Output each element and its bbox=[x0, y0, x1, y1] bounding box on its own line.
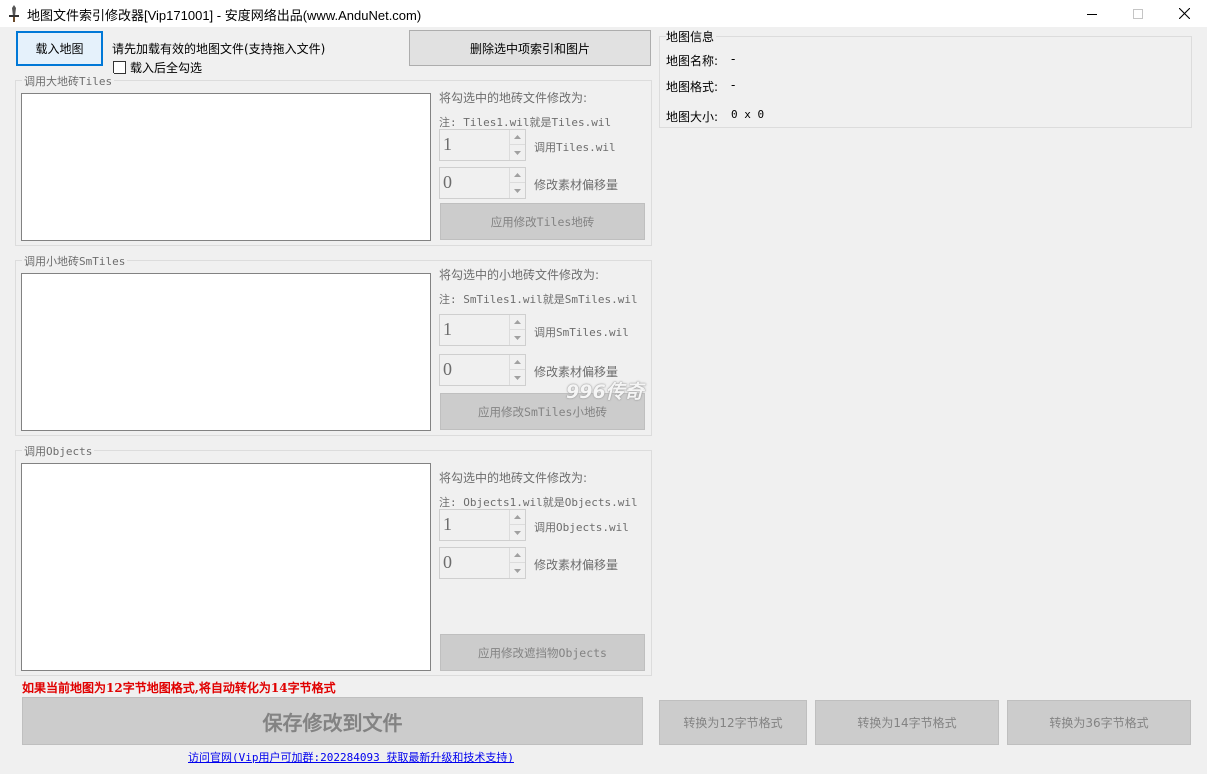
website-link[interactable]: 访问官网(Vip用户可加群:202284093 获取最新升级和技术支持) bbox=[188, 749, 514, 765]
objects-offset-label: 修改素材偏移量 bbox=[534, 558, 619, 572]
map-name-label: 地图名称: bbox=[666, 54, 719, 68]
chevron-up-icon[interactable] bbox=[510, 510, 525, 525]
minimize-icon bbox=[1087, 13, 1097, 15]
objects-list[interactable] bbox=[21, 463, 431, 671]
chevron-down-icon[interactable] bbox=[510, 183, 525, 198]
objects-offset-spin bbox=[509, 548, 525, 578]
objects-index-spin bbox=[509, 510, 525, 540]
sword-icon bbox=[6, 5, 22, 22]
smtiles-index-spin bbox=[509, 315, 525, 345]
map-size-value: 0 x 0 bbox=[731, 108, 765, 121]
apply-objects-button[interactable]: 应用修改遮挡物Objects bbox=[440, 634, 645, 671]
smtiles-index-label: 调用SmTiles.wil bbox=[534, 326, 629, 339]
delete-selected-button[interactable]: 删除选中项索引和图片 bbox=[409, 30, 651, 66]
tiles-index-stepper[interactable]: 1 bbox=[439, 129, 526, 161]
smtiles-list[interactable] bbox=[21, 273, 431, 431]
smtiles-index-stepper[interactable]: 1 bbox=[439, 314, 526, 346]
chevron-up-icon[interactable] bbox=[510, 355, 525, 370]
smtiles-note: 注: SmTiles1.wil就是SmTiles.wil bbox=[439, 293, 638, 306]
select-all-label[interactable]: 载入后全勾选 bbox=[130, 59, 202, 76]
select-all-checkbox[interactable] bbox=[113, 61, 126, 74]
window-title: 地图文件索引修改器[Vip171001] - 安度网络出品(www.AnduNe… bbox=[27, 8, 422, 23]
tiles-note: 注: Tiles1.wil就是Tiles.wil bbox=[439, 116, 612, 129]
smtiles-group-title: 调用小地砖SmTiles bbox=[22, 253, 128, 269]
maximize-icon bbox=[1133, 8, 1143, 19]
load-hint: 请先加载有效的地图文件(支持拖入文件) bbox=[112, 42, 326, 56]
objects-index-label: 调用Objects.wil bbox=[534, 521, 629, 534]
smtiles-index-value: 1 bbox=[443, 319, 452, 339]
map-format-label: 地图格式: bbox=[666, 80, 719, 94]
smtiles-offset-spin bbox=[509, 355, 525, 385]
chevron-down-icon[interactable] bbox=[510, 330, 525, 345]
chevron-up-icon[interactable] bbox=[510, 548, 525, 563]
convert-12-button[interactable]: 转换为12字节格式 bbox=[659, 700, 807, 745]
map-format-value: - bbox=[731, 78, 736, 92]
watermark: 996传奇 bbox=[566, 381, 644, 403]
objects-offset-value: 0 bbox=[443, 552, 452, 572]
tiles-offset-value: 0 bbox=[443, 172, 452, 192]
auto-convert-warning: 如果当前地图为12字节地图格式,将自动转化为14字节格式 bbox=[22, 681, 336, 695]
map-info-title: 地图信息 bbox=[666, 28, 717, 45]
convert-36-button[interactable]: 转换为36字节格式 bbox=[1007, 700, 1191, 745]
objects-modify-label: 将勾选中的地砖文件修改为: bbox=[439, 471, 588, 485]
tiles-offset-stepper[interactable]: 0 bbox=[439, 167, 526, 199]
chevron-up-icon[interactable] bbox=[510, 315, 525, 330]
map-name-value: - bbox=[731, 52, 736, 66]
map-size-label: 地图大小: bbox=[666, 110, 719, 124]
maximize-button[interactable] bbox=[1115, 0, 1161, 27]
smtiles-offset-stepper[interactable]: 0 bbox=[439, 354, 526, 386]
tiles-index-value: 1 bbox=[443, 134, 452, 154]
chevron-down-icon[interactable] bbox=[510, 563, 525, 578]
tiles-index-spin bbox=[509, 130, 525, 160]
tiles-index-label: 调用Tiles.wil bbox=[534, 141, 616, 154]
objects-note: 注: Objects1.wil就是Objects.wil bbox=[439, 496, 638, 509]
smtiles-modify-label: 将勾选中的小地砖文件修改为: bbox=[439, 268, 600, 282]
chevron-down-icon[interactable] bbox=[510, 525, 525, 540]
convert-14-button[interactable]: 转换为14字节格式 bbox=[815, 700, 999, 745]
minimize-button[interactable] bbox=[1069, 0, 1115, 27]
objects-index-value: 1 bbox=[443, 514, 452, 534]
apply-tiles-button[interactable]: 应用修改Tiles地砖 bbox=[440, 203, 645, 240]
tiles-offset-spin bbox=[509, 168, 525, 198]
smtiles-offset-value: 0 bbox=[443, 359, 452, 379]
chevron-down-icon[interactable] bbox=[510, 370, 525, 385]
close-icon bbox=[1178, 8, 1190, 19]
chevron-down-icon[interactable] bbox=[510, 145, 525, 160]
objects-offset-stepper[interactable]: 0 bbox=[439, 547, 526, 579]
save-button[interactable]: 保存修改到文件 bbox=[22, 697, 643, 745]
objects-index-stepper[interactable]: 1 bbox=[439, 509, 526, 541]
chevron-up-icon[interactable] bbox=[510, 168, 525, 183]
tiles-list[interactable] bbox=[21, 93, 431, 241]
close-button[interactable] bbox=[1161, 0, 1207, 27]
tiles-offset-label: 修改素材偏移量 bbox=[534, 178, 619, 192]
objects-group-title: 调用Objects bbox=[22, 443, 95, 459]
tiles-group-title: 调用大地砖Tiles bbox=[22, 73, 115, 89]
load-map-button[interactable]: 载入地图 bbox=[16, 31, 103, 66]
tiles-modify-label: 将勾选中的地砖文件修改为: bbox=[439, 91, 588, 105]
chevron-up-icon[interactable] bbox=[510, 130, 525, 145]
